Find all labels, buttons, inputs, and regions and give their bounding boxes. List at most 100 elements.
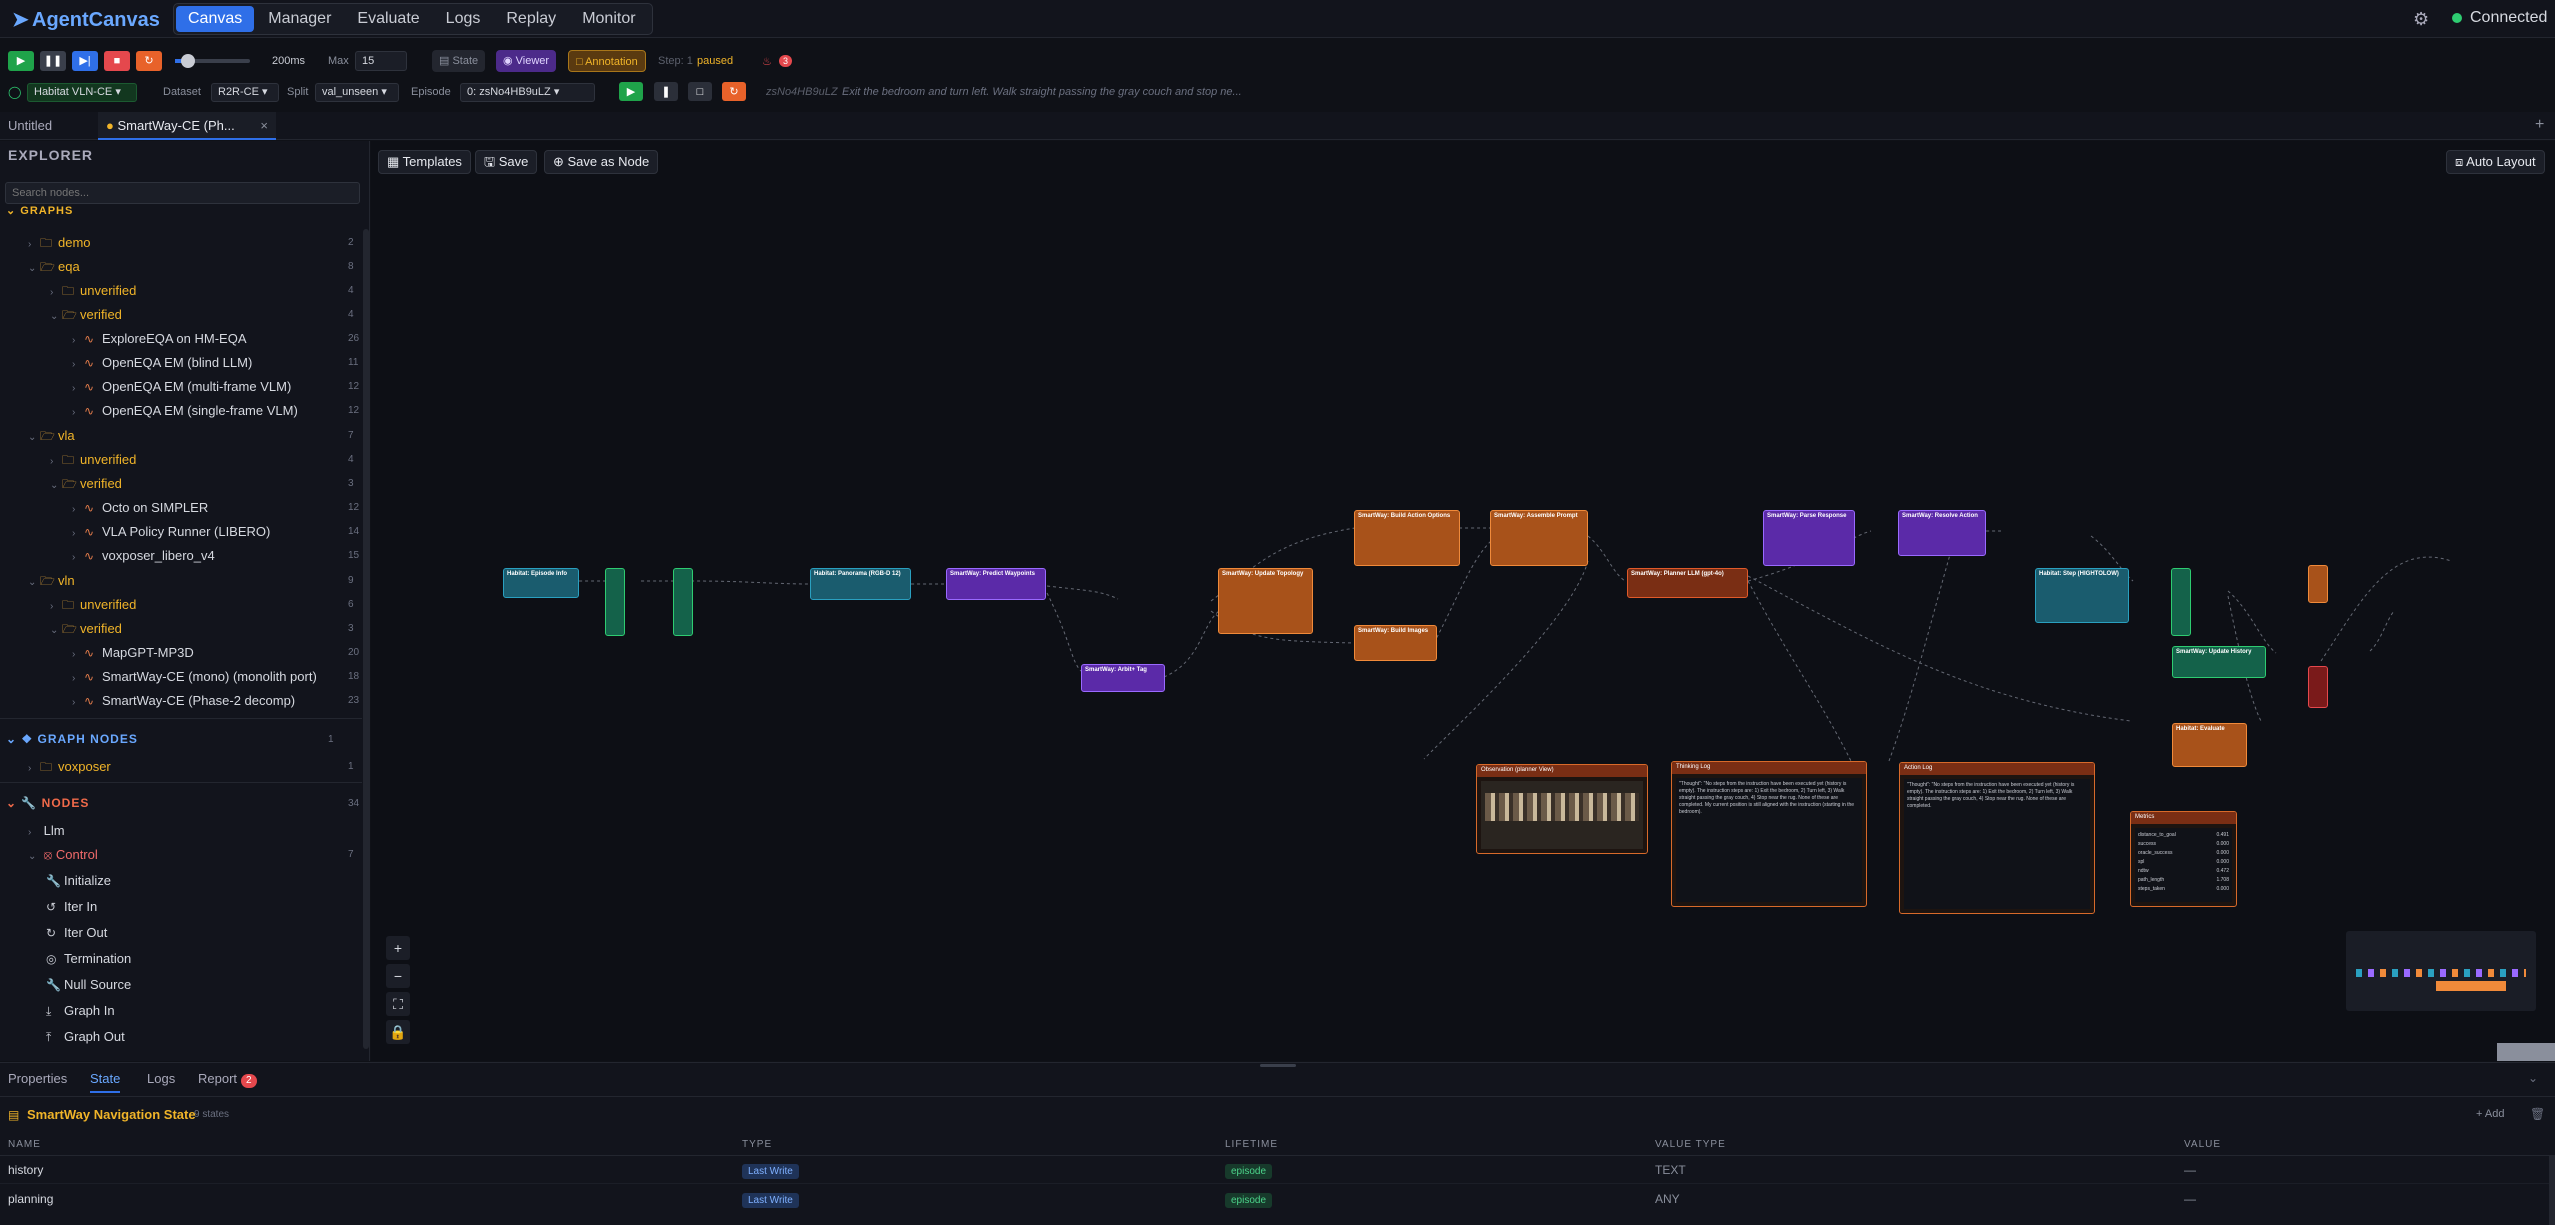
graph-node[interactable]: SmartWay: Assemble Prompt bbox=[1490, 510, 1588, 566]
graph-node[interactable] bbox=[2171, 568, 2191, 636]
graph-node[interactable]: SmartWay: Predict Waypoints bbox=[946, 568, 1046, 600]
speed-slider[interactable] bbox=[175, 54, 250, 68]
tree-graph-item[interactable]: › ∿ Octo on SIMPLER bbox=[72, 496, 208, 520]
graph-node[interactable] bbox=[673, 568, 693, 636]
graph-node[interactable]: Habitat: Step (HIGHTOLOW) bbox=[2035, 568, 2129, 623]
node-category-llm[interactable]: › Llm bbox=[28, 819, 65, 843]
nav-tab-logs[interactable]: Logs bbox=[434, 6, 493, 32]
minimap[interactable] bbox=[2346, 931, 2536, 1011]
thinking-log-node[interactable]: Thinking Log "Thought": "No steps from t… bbox=[1671, 761, 1867, 907]
tree-graph-item[interactable]: › ∿ OpenEQA EM (single-frame VLM) bbox=[72, 399, 298, 423]
tab-properties[interactable]: Properties bbox=[8, 1071, 67, 1086]
graph-node[interactable]: SmartWay: Update History bbox=[2172, 646, 2266, 678]
speed-slider-handle[interactable] bbox=[181, 54, 195, 68]
graph-node[interactable]: SmartWay: Parse Response bbox=[1763, 510, 1855, 566]
tree-graph-item[interactable]: › ∿ OpenEQA EM (blind LLM) bbox=[72, 351, 252, 375]
metrics-node[interactable]: Metrics distance_to_goal 0.491 success 0… bbox=[2130, 811, 2237, 907]
tab-logs[interactable]: Logs bbox=[147, 1071, 175, 1086]
tree-folder-vla[interactable]: ⌄ 🗁 vla bbox=[28, 424, 75, 448]
tree-graph-item[interactable]: › ∿ VLA Policy Runner (LIBERO) bbox=[72, 520, 270, 544]
tree-folder-unverified[interactable]: › 🗀 unverified bbox=[50, 279, 136, 303]
fit-view-button[interactable]: ⛶ bbox=[386, 992, 410, 1016]
node-search-input[interactable] bbox=[5, 182, 360, 204]
canvas-scrollbar-thumb[interactable] bbox=[2497, 1043, 2555, 1061]
tree-folder-verified[interactable]: ⌄ 🗁 verified bbox=[50, 303, 122, 327]
tree-folder-verified[interactable]: ⌄ 🗁 verified bbox=[50, 472, 122, 496]
tree-folder-voxposer[interactable]: › 🗀 voxposer bbox=[28, 755, 111, 779]
tree-folder-unverified[interactable]: › 🗀 unverified bbox=[50, 593, 136, 617]
tree-graph-item[interactable]: › ∿ ExploreEQA on HM-EQA bbox=[72, 327, 247, 351]
node-null-source[interactable]: 🔧 Null Source bbox=[46, 973, 131, 997]
chevron-down-icon[interactable]: ⌄ bbox=[2528, 1071, 2538, 1085]
episode-stop-button[interactable]: □ bbox=[688, 82, 712, 101]
graph-node[interactable]: Habitat: Evaluate bbox=[2172, 723, 2247, 767]
graph-node[interactable]: Habitat: Panorama (RGB-D 12) bbox=[810, 568, 911, 600]
episode-play-button[interactable]: ▶ bbox=[619, 82, 643, 101]
graph-node[interactable]: SmartWay: Build Action Options bbox=[1354, 510, 1460, 566]
tree-graph-item[interactable]: › ∿ voxposer_libero_v4 bbox=[72, 544, 215, 568]
tree-folder-verified[interactable]: ⌄ 🗁 verified bbox=[50, 617, 122, 641]
graph-node[interactable]: SmartWay: Planner LLM (gpt-4o) bbox=[1627, 568, 1748, 598]
bell-icon[interactable]: ♨ bbox=[762, 55, 772, 68]
graph-canvas[interactable]: ▦ Templates 🖫 Save ⊕ Save as Node ⧈ Auto… bbox=[371, 141, 2555, 1061]
viewer-toggle[interactable]: ◉ Viewer bbox=[496, 50, 557, 72]
node-termination[interactable]: ◎ Termination bbox=[46, 947, 131, 971]
node-iter-out[interactable]: ↻ Iter Out bbox=[46, 921, 107, 945]
state-toggle[interactable]: ▤ State bbox=[432, 50, 486, 72]
graph-node[interactable]: SmartWay: Resolve Action bbox=[1898, 510, 1986, 556]
add-state-button[interactable]: + Add bbox=[2476, 1108, 2504, 1120]
doc-tab-smartway[interactable]: ● SmartWay-CE (Ph... × bbox=[98, 112, 276, 140]
doc-tab-untitled[interactable]: Untitled bbox=[0, 112, 60, 140]
tree-graph-item[interactable]: › ∿ SmartWay-CE (Phase-2 decomp) bbox=[72, 689, 295, 713]
observation-panel-node[interactable]: Observation (planner View) bbox=[1476, 764, 1648, 854]
nav-tab-monitor[interactable]: Monitor bbox=[570, 6, 647, 32]
graph-node[interactable]: SmartWay: Build Images bbox=[1354, 625, 1437, 661]
graph-node[interactable]: SmartWay: Update Topology bbox=[1218, 568, 1313, 634]
episode-select[interactable]: 0: zsNo4HB9uLZ ▾ bbox=[460, 83, 595, 102]
step-button[interactable]: ▶| bbox=[72, 51, 98, 71]
env-select[interactable]: Habitat VLN-CE ▾ bbox=[27, 83, 137, 102]
explorer-scrollbar[interactable] bbox=[363, 229, 369, 1049]
gear-icon[interactable]: ⚙ bbox=[2413, 9, 2429, 30]
max-steps-input[interactable]: 15 bbox=[355, 51, 407, 71]
nav-tab-evaluate[interactable]: Evaluate bbox=[345, 6, 431, 32]
graph-node[interactable] bbox=[2308, 565, 2328, 603]
trash-icon[interactable]: 🗑 bbox=[2530, 1107, 2545, 1121]
node-graph-out[interactable]: ⤒ Graph Out bbox=[46, 1025, 125, 1049]
tree-folder-unverified[interactable]: › 🗀 unverified bbox=[50, 448, 136, 472]
new-tab-plus-icon[interactable]: + bbox=[2535, 116, 2544, 134]
graph-node[interactable]: Habitat: Episode Info bbox=[503, 568, 579, 598]
nodes-section-header[interactable]: ⌄ 🔧 NODES bbox=[6, 793, 89, 813]
app-logo[interactable]: ➤ AgentCanvas bbox=[12, 7, 160, 32]
node-category-control[interactable]: ⌄ ⦻ Control bbox=[28, 843, 98, 867]
nav-tab-canvas[interactable]: Canvas bbox=[176, 6, 255, 32]
nav-tab-manager[interactable]: Manager bbox=[256, 6, 343, 32]
tree-graph-item[interactable]: › ∿ SmartWay-CE (mono) (monolith port) bbox=[72, 665, 317, 689]
table-scrollbar[interactable] bbox=[2549, 1155, 2555, 1225]
zoom-out-button[interactable]: − bbox=[386, 964, 410, 988]
tree-folder-demo[interactable]: › 🗀 demo bbox=[28, 231, 91, 255]
tree-graph-item[interactable]: › ∿ OpenEQA EM (multi-frame VLM) bbox=[72, 375, 291, 399]
graphs-section-header[interactable]: ⌄ GRAPHS bbox=[6, 206, 73, 220]
node-initialize[interactable]: 🔧 Initialize bbox=[46, 869, 111, 893]
tree-folder-eqa[interactable]: ⌄ 🗁 eqa bbox=[28, 255, 80, 279]
tab-report[interactable]: Report 2 bbox=[198, 1071, 257, 1088]
action-log-node[interactable]: Action Log "Thought": "No steps from the… bbox=[1899, 762, 2095, 914]
graph-node[interactable]: SmartWay: Arbit+ Tag bbox=[1081, 664, 1165, 692]
graph-node[interactable] bbox=[605, 568, 625, 636]
split-select[interactable]: val_unseen ▾ bbox=[315, 83, 399, 102]
episode-pause-button[interactable]: ❚ bbox=[654, 82, 678, 101]
tree-folder-vln[interactable]: ⌄ 🗁 vln bbox=[28, 569, 75, 593]
tree-graph-item[interactable]: › ∿ MapGPT-MP3D bbox=[72, 641, 194, 665]
node-iter-in[interactable]: ↺ Iter In bbox=[46, 895, 97, 919]
annotation-toggle[interactable]: □ Annotation bbox=[568, 50, 646, 72]
resize-handle[interactable] bbox=[1260, 1064, 1296, 1067]
reset-button[interactable]: ↻ bbox=[136, 51, 162, 71]
play-button[interactable]: ▶ bbox=[8, 51, 34, 71]
close-icon[interactable]: × bbox=[260, 112, 268, 140]
graph-nodes-section-header[interactable]: ⌄ ❖ GRAPH NODES bbox=[6, 729, 138, 749]
pause-button[interactable]: ❚❚ bbox=[40, 51, 66, 71]
lock-icon[interactable]: 🔒 bbox=[386, 1020, 410, 1044]
nav-tab-replay[interactable]: Replay bbox=[494, 6, 568, 32]
tab-state[interactable]: State bbox=[90, 1071, 121, 1093]
